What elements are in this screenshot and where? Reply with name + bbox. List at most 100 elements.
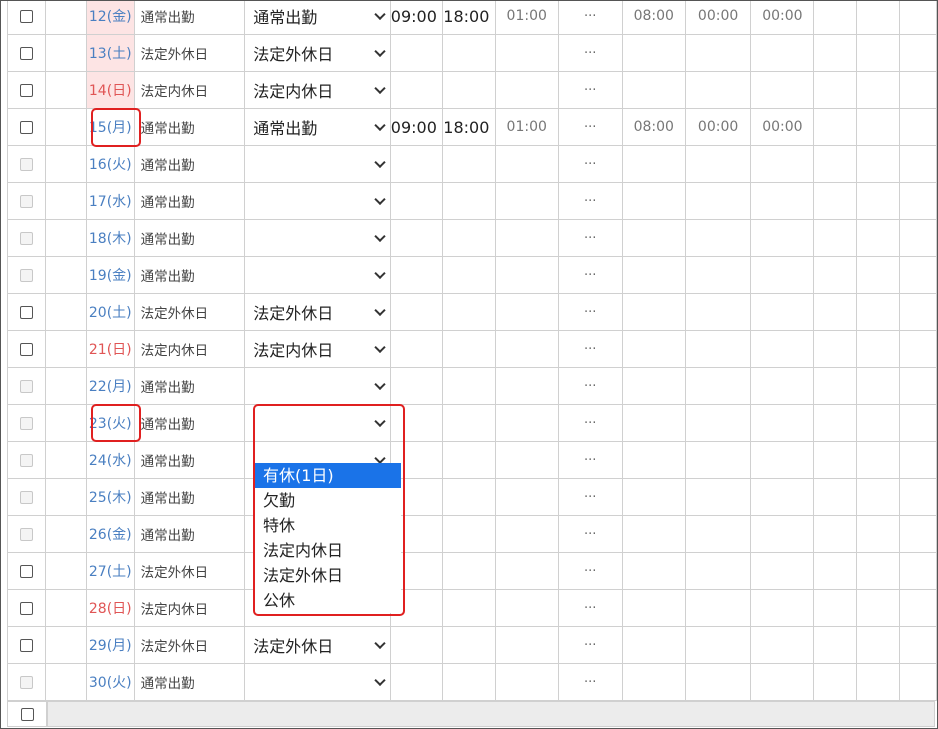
start-time-cell[interactable]: [389, 256, 444, 294]
work-type-select[interactable]: [246, 258, 390, 292]
more-options-icon[interactable]: ···: [584, 379, 596, 394]
dropdown-option[interactable]: 法定外休日: [255, 563, 401, 588]
start-time-value[interactable]: 09:00: [391, 118, 437, 137]
row-checkbox-cell[interactable]: [7, 145, 46, 183]
more-cell[interactable]: ···: [557, 145, 623, 183]
row-checkbox-cell[interactable]: [7, 182, 46, 220]
row-checkbox-cell[interactable]: [7, 34, 46, 72]
end-time-value[interactable]: 18:00: [444, 118, 490, 137]
work-type-select[interactable]: 通常出勤: [246, 1, 390, 33]
more-options-icon[interactable]: ···: [584, 601, 596, 616]
end-time-cell[interactable]: [442, 71, 496, 109]
work-type-select-cell[interactable]: [244, 145, 391, 183]
more-cell[interactable]: ···: [557, 663, 623, 701]
row-checkbox-cell[interactable]: [7, 626, 46, 664]
more-cell[interactable]: ···: [557, 256, 623, 294]
dropdown-option[interactable]: 欠勤: [255, 488, 401, 513]
work-type-select-cell[interactable]: 通常出勤: [244, 108, 391, 146]
end-time-cell[interactable]: [442, 404, 496, 442]
more-options-icon[interactable]: ···: [584, 564, 596, 579]
end-time-cell[interactable]: [442, 293, 496, 331]
more-options-icon[interactable]: ···: [584, 46, 596, 61]
row-checkbox-cell[interactable]: [7, 367, 46, 405]
work-type-select[interactable]: [246, 184, 390, 218]
more-options-icon[interactable]: ···: [584, 231, 596, 246]
more-cell[interactable]: ···: [557, 293, 623, 331]
row-checkbox[interactable]: [19, 9, 33, 23]
end-time-value[interactable]: 18:00: [444, 7, 490, 26]
end-time-cell[interactable]: 18:00: [442, 108, 496, 146]
row-checkbox[interactable]: [19, 83, 33, 97]
row-checkbox-cell[interactable]: [7, 441, 46, 479]
dropdown-option[interactable]: 有休(1日): [255, 463, 401, 488]
work-type-select-cell[interactable]: 法定内休日: [244, 71, 391, 109]
start-time-cell[interactable]: [389, 293, 444, 331]
start-time-value[interactable]: 09:00: [391, 7, 437, 26]
more-cell[interactable]: ···: [557, 441, 623, 479]
more-options-icon[interactable]: ···: [584, 342, 596, 357]
more-options-icon[interactable]: ···: [584, 490, 596, 505]
row-checkbox-cell[interactable]: [7, 515, 46, 553]
more-options-icon[interactable]: ···: [584, 83, 596, 98]
more-cell[interactable]: ···: [557, 589, 623, 627]
more-cell[interactable]: ···: [557, 478, 623, 516]
start-time-cell[interactable]: [389, 330, 444, 368]
row-checkbox-cell[interactable]: [7, 108, 46, 146]
more-cell[interactable]: ···: [557, 515, 623, 553]
more-cell[interactable]: ···: [557, 367, 623, 405]
more-options-icon[interactable]: ···: [584, 638, 596, 653]
work-type-select[interactable]: [246, 147, 390, 181]
start-time-cell[interactable]: [389, 367, 444, 405]
more-options-icon[interactable]: ···: [584, 305, 596, 320]
select-all-checkbox[interactable]: [20, 708, 34, 721]
row-checkbox[interactable]: [19, 342, 33, 356]
work-type-select-cell[interactable]: [244, 219, 391, 257]
more-options-icon[interactable]: ···: [584, 9, 596, 24]
more-cell[interactable]: ···: [557, 71, 623, 109]
work-type-dropdown-list[interactable]: 有休(1日) 欠勤 特休 法定内休日 法定外休日 公休: [255, 463, 401, 613]
row-checkbox-cell[interactable]: [7, 219, 46, 257]
start-time-cell[interactable]: [389, 404, 444, 442]
footer-checkbox-cell[interactable]: [7, 701, 47, 727]
more-cell[interactable]: ···: [557, 404, 623, 442]
end-time-cell[interactable]: [442, 330, 496, 368]
more-cell[interactable]: ···: [557, 182, 623, 220]
row-checkbox[interactable]: [19, 601, 33, 615]
row-checkbox[interactable]: [19, 638, 33, 652]
work-type-select[interactable]: 法定内休日: [246, 73, 390, 107]
row-checkbox-cell[interactable]: [7, 71, 46, 109]
work-type-select-cell[interactable]: [244, 663, 391, 701]
work-type-select-cell[interactable]: 法定外休日: [244, 34, 391, 72]
end-time-cell[interactable]: [442, 367, 496, 405]
end-time-cell[interactable]: [442, 626, 496, 664]
more-options-icon[interactable]: ···: [584, 120, 596, 135]
end-time-cell[interactable]: [442, 219, 496, 257]
row-checkbox-cell[interactable]: [7, 1, 46, 35]
more-cell[interactable]: ···: [557, 552, 623, 590]
row-checkbox-cell[interactable]: [7, 478, 46, 516]
end-time-cell[interactable]: [442, 182, 496, 220]
more-options-icon[interactable]: ···: [584, 416, 596, 431]
row-checkbox-cell[interactable]: [7, 589, 46, 627]
end-time-cell[interactable]: 18:00: [442, 1, 496, 35]
more-options-icon[interactable]: ···: [584, 527, 596, 542]
work-type-select-cell[interactable]: 法定外休日: [244, 293, 391, 331]
dropdown-option[interactable]: 特休: [255, 513, 401, 538]
start-time-cell[interactable]: [389, 626, 444, 664]
end-time-cell[interactable]: [442, 145, 496, 183]
work-type-select-cell[interactable]: 通常出勤: [244, 1, 391, 35]
more-options-icon[interactable]: ···: [584, 157, 596, 172]
row-checkbox[interactable]: [19, 564, 33, 578]
more-cell[interactable]: ···: [557, 108, 623, 146]
work-type-select[interactable]: 法定内休日: [246, 332, 390, 366]
end-time-cell[interactable]: [442, 515, 496, 553]
work-type-select[interactable]: 通常出勤: [246, 110, 390, 144]
end-time-cell[interactable]: [442, 552, 496, 590]
work-type-select[interactable]: 法定外休日: [246, 36, 390, 70]
row-checkbox-cell[interactable]: [7, 404, 46, 442]
start-time-cell[interactable]: [389, 663, 444, 701]
work-type-select-cell[interactable]: [244, 256, 391, 294]
end-time-cell[interactable]: [442, 663, 496, 701]
work-type-select-cell[interactable]: [244, 367, 391, 405]
more-options-icon[interactable]: ···: [584, 268, 596, 283]
